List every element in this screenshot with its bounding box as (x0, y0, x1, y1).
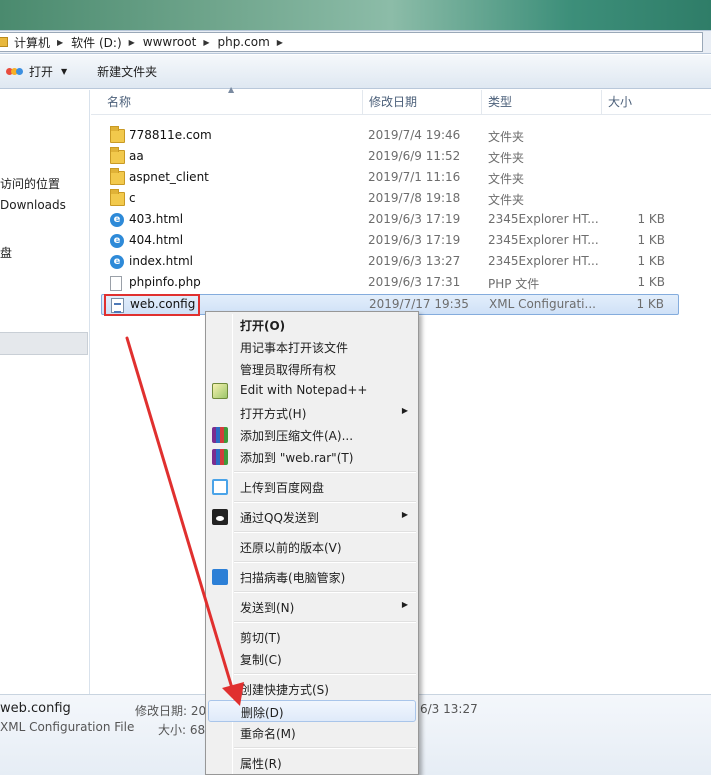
winrar-icon (212, 449, 228, 465)
address-bar[interactable]: 计算机 ▶ 软件 (D:) ▶ wwwroot ▶ php.com ▶ (0, 30, 711, 54)
breadcrumb-php-com[interactable]: php.com ▶ (217, 35, 290, 49)
breadcrumb[interactable]: 计算机 ▶ 软件 (D:) ▶ wwwroot ▶ php.com ▶ (0, 32, 703, 52)
status-date-label: 修改日期: 20 (135, 704, 207, 718)
menu-item-qq-send[interactable]: 通过QQ发送到 ▶ (208, 506, 416, 528)
shield-icon (212, 569, 228, 585)
file-row[interactable]: e index.html 2019/6/3 13:27 2345Explorer… (101, 252, 679, 273)
menu-item-take-ownership[interactable]: 管理员取得所有权 (208, 358, 416, 380)
breadcrumb-drive[interactable]: 软件 (D:) ▶ (71, 34, 143, 51)
status-date-value: 6/3 13:27 (420, 702, 478, 716)
nav-item-downloads[interactable]: Downloads (0, 198, 66, 212)
nav-item-disk[interactable]: 盘 (0, 244, 12, 261)
menu-item-open-notepad[interactable]: 用记事本打开该文件 (208, 336, 416, 358)
window-title-bar (0, 0, 711, 30)
command-toolbar: 打开 ▼ 新建文件夹 (0, 55, 711, 89)
annotation-highlight-box (104, 294, 200, 316)
column-header-type[interactable]: 类型 (482, 90, 602, 115)
nav-selected-item[interactable] (0, 332, 88, 355)
navigation-pane: 访问的位置 Downloads 盘 (0, 90, 90, 694)
status-size-label: 大小: 68 (158, 723, 206, 737)
menu-item-scan-virus[interactable]: 扫描病毒(电脑管家) (208, 566, 416, 588)
file-row[interactable]: 778811e.com 2019/7/4 19:46 文件夹 (101, 126, 679, 147)
status-filetype: XML Configuration File (0, 720, 135, 734)
menu-item-create-shortcut[interactable]: 创建快捷方式(S) (208, 678, 416, 700)
html-file-icon: e (110, 234, 124, 248)
menu-item-add-archive[interactable]: 添加到压缩文件(A)... (208, 424, 416, 446)
submenu-arrow-icon: ▶ (401, 600, 408, 609)
menu-separator (234, 531, 416, 533)
status-filename: web.config (0, 701, 71, 716)
menu-separator (234, 747, 416, 749)
chevron-right-icon[interactable]: ▶ (129, 38, 135, 47)
open-button[interactable]: 打开 ▼ (0, 60, 75, 84)
chevron-right-icon[interactable]: ▶ (203, 38, 209, 47)
qq-penguin-icon (212, 509, 228, 525)
submenu-arrow-icon: ▶ (401, 406, 408, 415)
html-file-icon: e (110, 213, 124, 227)
submenu-arrow-icon: ▶ (401, 510, 408, 519)
breadcrumb-wwwroot[interactable]: wwwroot ▶ (143, 35, 218, 49)
menu-item-add-web-rar[interactable]: 添加到 "web.rar"(T) (208, 446, 416, 468)
folder-icon (110, 147, 125, 164)
file-row[interactable]: aspnet_client 2019/7/1 11:16 文件夹 (101, 168, 679, 189)
html-file-icon: e (110, 255, 124, 269)
new-folder-button[interactable]: 新建文件夹 (89, 60, 165, 84)
column-header-date[interactable]: 修改日期 (363, 90, 482, 115)
menu-item-open-with[interactable]: 打开方式(H) ▶ (208, 402, 416, 424)
folder-icon (110, 126, 125, 143)
folder-icon (110, 189, 125, 206)
menu-item-cut[interactable]: 剪切(T) (208, 626, 416, 648)
menu-item-restore-versions[interactable]: 还原以前的版本(V) (208, 536, 416, 558)
file-row[interactable]: aa 2019/6/9 11:52 文件夹 (101, 147, 679, 168)
menu-item-copy[interactable]: 复制(C) (208, 648, 416, 670)
file-row[interactable]: e 404.html 2019/6/3 17:19 2345Explorer H… (101, 231, 679, 252)
menu-item-delete[interactable]: 删除(D) (208, 700, 416, 722)
breadcrumb-computer[interactable]: 计算机 ▶ (14, 34, 71, 51)
menu-separator (234, 591, 416, 593)
menu-item-open[interactable]: 打开(O) (208, 314, 416, 336)
menu-item-baidu-upload[interactable]: 上传到百度网盘 (208, 476, 416, 498)
menu-separator (234, 621, 416, 623)
nav-item-recent-places[interactable]: 访问的位置 (0, 175, 60, 192)
folder-icon (110, 168, 125, 185)
chevron-right-icon[interactable]: ▶ (57, 38, 63, 47)
baidu-cloud-icon (212, 479, 228, 495)
menu-separator (234, 501, 416, 503)
column-header-name[interactable]: 名称 (101, 90, 363, 115)
file-row[interactable]: phpinfo.php 2019/6/3 17:31 PHP 文件 1 KB (101, 273, 679, 294)
php-file-icon (110, 276, 122, 291)
menu-separator (234, 673, 416, 675)
notepadpp-icon (212, 383, 228, 399)
open-with-icon (6, 66, 24, 78)
column-header-size[interactable]: 大小 (602, 90, 682, 115)
computer-icon (0, 37, 8, 47)
chevron-right-icon[interactable]: ▶ (277, 38, 283, 47)
menu-separator (234, 471, 416, 473)
menu-item-edit-notepadpp[interactable]: Edit with Notepad++ (208, 380, 416, 402)
column-headers: ▲ 名称 修改日期 类型 大小 (91, 85, 711, 115)
menu-item-properties[interactable]: 属性(R) (208, 752, 416, 774)
file-row[interactable]: c 2019/7/8 19:18 文件夹 (101, 189, 679, 210)
dropdown-arrow-icon[interactable]: ▼ (61, 67, 67, 76)
menu-item-send-to[interactable]: 发送到(N) ▶ (208, 596, 416, 618)
menu-item-rename[interactable]: 重命名(M) (208, 722, 416, 744)
context-menu: 打开(O) 用记事本打开该文件 管理员取得所有权 Edit with Notep… (205, 311, 419, 775)
winrar-icon (212, 427, 228, 443)
file-row[interactable]: e 403.html 2019/6/3 17:19 2345Explorer H… (101, 210, 679, 231)
menu-separator (234, 561, 416, 563)
